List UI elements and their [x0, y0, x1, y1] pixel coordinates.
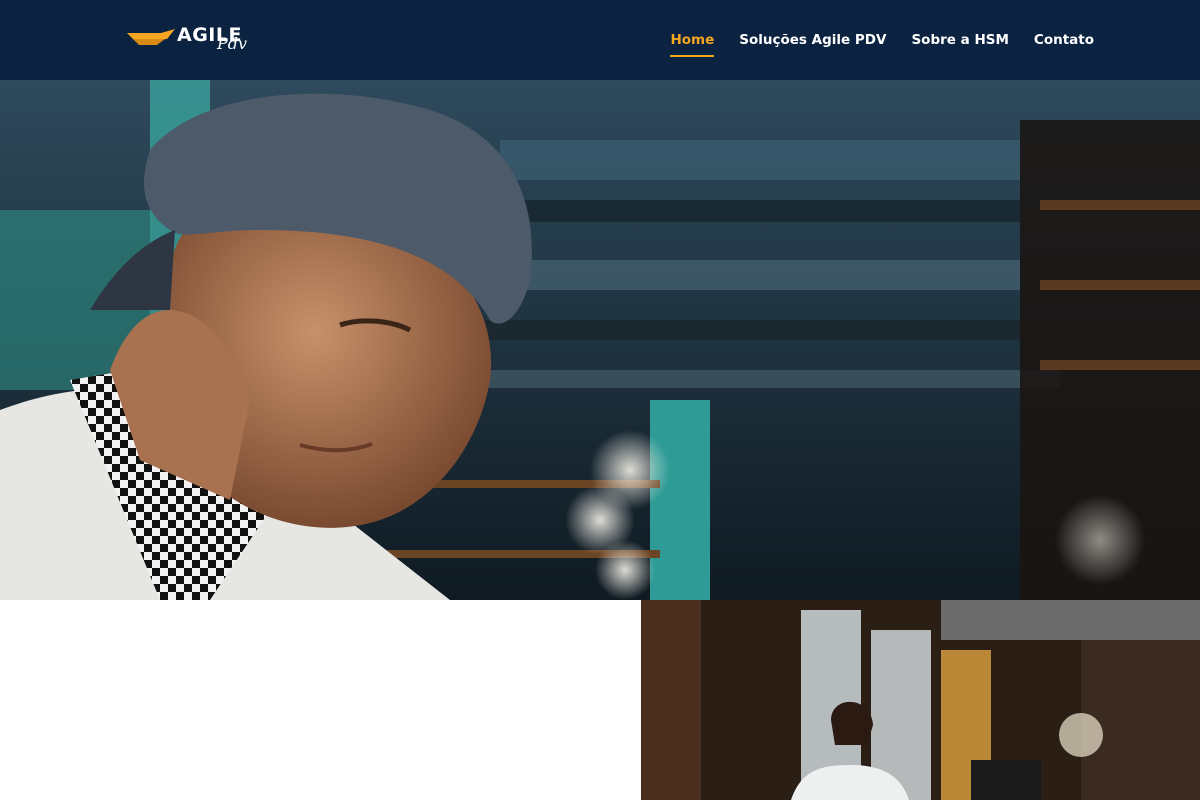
logo-script: Pdv [217, 34, 248, 53]
hero-image [0, 80, 1200, 600]
secondary-image [641, 600, 1200, 800]
waitress-photo [641, 600, 1200, 800]
site-header: AGILE Pdv Home Soluções Agile PDV Sobre … [0, 0, 1200, 80]
agile-pdv-logo[interactable]: AGILE Pdv [127, 24, 252, 58]
main-nav: Home Soluções Agile PDV Sobre a HSM Cont… [670, 31, 1094, 57]
nav-item-sobre[interactable]: Sobre a HSM [911, 31, 1008, 49]
nav-item-contato[interactable]: Contato [1034, 31, 1094, 49]
content-area [0, 600, 641, 800]
nav-item-home[interactable]: Home [670, 31, 714, 57]
chef-photo [0, 80, 1200, 600]
nav-item-solucoes[interactable]: Soluções Agile PDV [739, 31, 886, 49]
logo-wing-icon [127, 29, 175, 45]
